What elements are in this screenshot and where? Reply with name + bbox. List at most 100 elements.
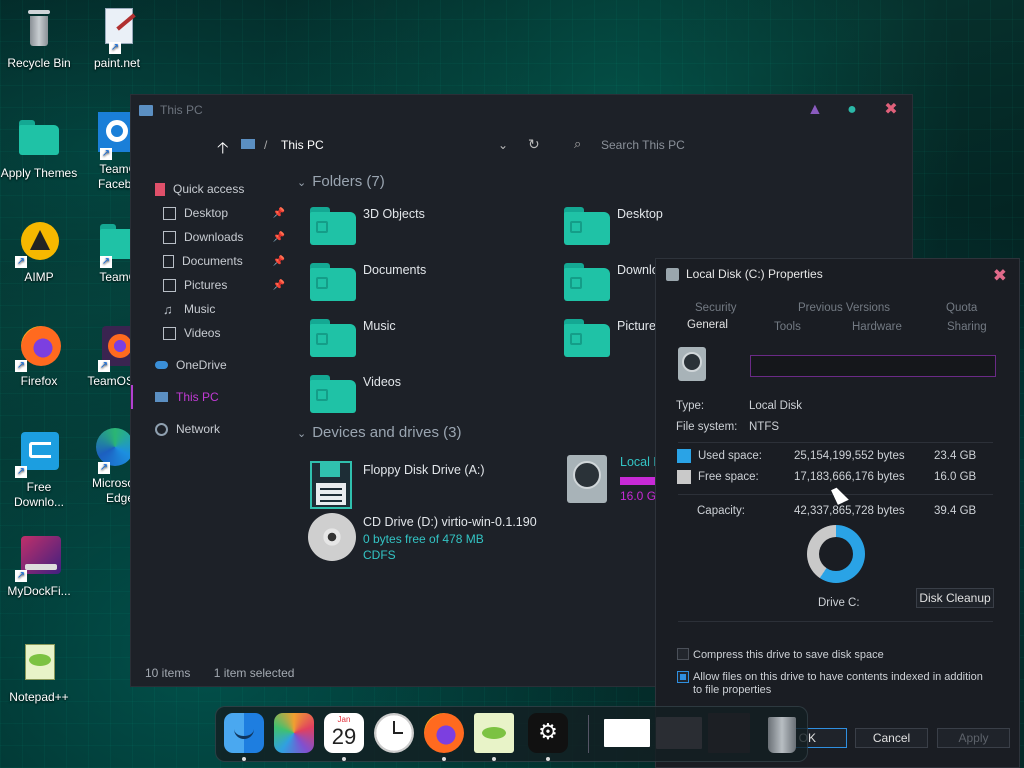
folder-desktop[interactable]: Desktop (564, 205, 814, 253)
aimp-desktop-icon[interactable]: ↗ AIMP (0, 220, 78, 285)
paintnet-icon: ↗ (93, 6, 141, 54)
nav-label: Desktop (184, 206, 229, 220)
dock-clock[interactable] (374, 713, 414, 753)
recycle-bin-desktop-icon[interactable]: Recycle Bin (0, 6, 78, 71)
tab-previous-versions[interactable]: Previous Versions (798, 302, 890, 314)
minimize-button[interactable]: ▲ (807, 102, 823, 118)
drive-cd[interactable]: CD Drive (D:) virtio-win-0.1.190 0 bytes… (308, 513, 610, 569)
dock-notepadpp[interactable] (474, 713, 514, 761)
folder-icon: ↗ (84, 220, 140, 268)
nav-music[interactable]: ♫ Music (131, 297, 291, 321)
dialog-close-icon[interactable]: ✖ (993, 266, 1007, 286)
refresh-icon[interactable]: ↻ (528, 136, 540, 153)
dock-window-thumb-2[interactable] (656, 717, 702, 749)
mydock-desktop-icon[interactable]: ↗ MyDockFi... (0, 534, 78, 599)
pin-icon[interactable]: 📌 (273, 280, 285, 291)
folders-group-header[interactable]: ⌄ Folders (7) (297, 173, 385, 190)
dock-finder[interactable] (224, 713, 264, 761)
folder-icon (15, 116, 63, 164)
folder-3d-objects[interactable]: 3D Objects (310, 205, 560, 253)
up-arrow-icon[interactable]: 🡡 (217, 137, 229, 164)
dock-settings[interactable]: ⚙ (528, 713, 568, 761)
nav-documents[interactable]: Documents 📌 (131, 249, 291, 273)
index-checkbox[interactable] (677, 671, 689, 683)
drive-floppy[interactable]: Floppy Disk Drive (A:) (310, 461, 560, 515)
running-indicator (242, 757, 246, 761)
apply-themes-desktop-icon[interactable]: Apply Themes (0, 116, 78, 181)
teamos-facebook-desktop-icon[interactable]: ↗ TeamO Facebo (78, 112, 138, 192)
item-count: 10 items (145, 666, 191, 680)
nav-network[interactable]: Network (131, 417, 291, 441)
nav-onedrive[interactable]: OneDrive (131, 353, 291, 377)
address-path[interactable]: This PC (281, 138, 324, 152)
nav-quick-access[interactable]: Quick access (131, 177, 291, 201)
desktop-icon-label: Free Downlo... (13, 480, 65, 509)
dock-calendar[interactable]: Jan 29 (324, 713, 364, 761)
free-download-manager-desktop-icon[interactable]: ↗ Free Downlo... (0, 430, 78, 510)
chevron-down-icon: ⌄ (297, 428, 307, 440)
folder-videos[interactable]: Videos (310, 373, 560, 421)
teamos-desktop-icon[interactable]: ↗ TeamO (78, 220, 140, 285)
desktop-icon (163, 206, 176, 220)
dock-trash[interactable] (762, 713, 802, 753)
drive-label-input[interactable] (750, 355, 996, 377)
nav-desktop[interactable]: Desktop 📌 (131, 201, 291, 225)
dialog-titlebar[interactable]: Local Disk (C:) Properties (656, 259, 1019, 289)
drive-properties-dialog[interactable]: Local Disk (C:) Properties ✖ Security Pr… (655, 258, 1020, 768)
compress-checkbox[interactable] (677, 648, 689, 660)
teamos-browser-desktop-icon[interactable]: ↗ TeamOS (78, 324, 136, 389)
nav-pictures[interactable]: Pictures 📌 (131, 273, 291, 297)
dock-window-thumb-3[interactable] (708, 713, 750, 753)
free-space-gb: 16.0 GB (934, 471, 977, 483)
address-bar[interactable]: 🡡 / This PC ⌄ ↻ ⌕ Search This PC (131, 125, 912, 165)
microsoft-edge-desktop-icon[interactable]: ↗ Microso Edge (78, 426, 134, 506)
tab-general[interactable]: General (687, 319, 728, 331)
tab-security[interactable]: Security (695, 302, 737, 314)
cancel-button[interactable]: Cancel (855, 728, 928, 748)
nav-this-pc[interactable]: This PC (131, 385, 291, 409)
dock-firefox[interactable] (424, 713, 464, 761)
disk-cleanup-button[interactable]: Disk Cleanup (916, 588, 994, 608)
maximize-button[interactable]: ● (845, 102, 859, 118)
nav-videos[interactable]: Videos (131, 321, 291, 345)
chevron-down-icon[interactable]: ⌄ (498, 138, 508, 152)
folder-name: Documents (363, 263, 427, 277)
folder-icon (310, 375, 356, 413)
folder-documents[interactable]: Documents (310, 261, 560, 309)
desktop-icon-label: Microso Edge (91, 476, 134, 505)
selection-count: 1 item selected (213, 666, 295, 680)
nav-downloads[interactable]: Downloads 📌 (131, 225, 291, 249)
search-input[interactable]: Search This PC (601, 138, 685, 152)
close-button[interactable]: ✖ (884, 102, 898, 118)
dialog-title: Local Disk (C:) Properties (686, 267, 823, 281)
window-title: This PC (160, 103, 203, 117)
cd-icon (308, 513, 356, 561)
dock-launchpad[interactable] (274, 713, 314, 753)
tab-tools[interactable]: Tools (774, 321, 801, 333)
firefox-desktop-icon[interactable]: ↗ Firefox (0, 324, 78, 389)
nav-label: Network (176, 422, 221, 436)
folder-name: Videos (363, 375, 401, 389)
pin-icon[interactable]: 📌 (273, 208, 285, 219)
nav-label: Videos (184, 326, 221, 340)
drive-filesystem: CDFS (363, 548, 396, 562)
download-icon: ↗ (15, 430, 63, 478)
tab-hardware[interactable]: Hardware (852, 321, 902, 333)
tab-sharing[interactable]: Sharing (947, 321, 987, 333)
trash-icon (768, 717, 796, 753)
drives-group-header[interactable]: ⌄ Devices and drives (3) (297, 424, 461, 441)
apply-button[interactable]: Apply (937, 728, 1010, 748)
folder-music[interactable]: Music (310, 317, 560, 365)
music-icon: ♫ (163, 301, 173, 317)
explorer-titlebar[interactable]: This PC (131, 95, 912, 125)
pin-icon[interactable]: 📌 (273, 232, 285, 243)
group-title: Folders (7) (312, 173, 385, 190)
pin-icon[interactable]: 📌 (273, 256, 285, 267)
index-label: Allow files on this drive to have conten… (693, 671, 983, 696)
paintnet-desktop-icon[interactable]: ↗ paint.net (78, 6, 156, 71)
dock-window-thumb-1[interactable] (604, 719, 650, 747)
notepadpp-desktop-icon[interactable]: Notepad++ (0, 640, 78, 705)
status-bar: 10 items 1 item selected (145, 666, 294, 680)
tab-quota[interactable]: Quota (946, 302, 977, 314)
folder-icon (310, 207, 356, 245)
